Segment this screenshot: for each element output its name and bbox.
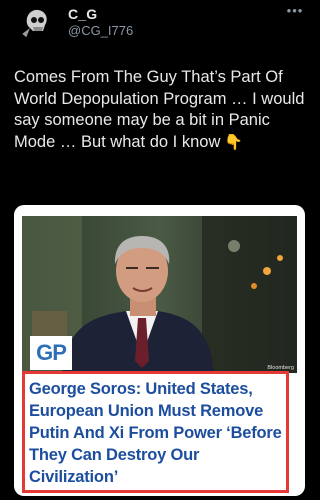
skull-avatar-icon [18,4,54,40]
display-name[interactable]: C_G [68,6,97,22]
headline-box: George Soros: United States, European Un… [22,371,289,493]
tweet-text: Comes From The Guy That’s Part Of World … [14,67,314,153]
user-avatar[interactable] [18,4,54,40]
tweet-text-body: Comes From The Guy That’s Part Of World … [14,68,305,151]
more-options-icon[interactable]: ••• [283,3,307,21]
link-card[interactable]: Bloomberg GP George Soros: United States… [14,205,305,496]
user-handle[interactable]: @CG_I776 [68,23,133,38]
pointing-down-emoji-icon: 👇 [224,133,244,151]
card-headline[interactable]: George Soros: United States, European Un… [29,378,282,488]
tweet: C_G @CG_I776 ••• Comes From The Guy That… [0,0,319,500]
gp-logo: GP [30,336,72,370]
